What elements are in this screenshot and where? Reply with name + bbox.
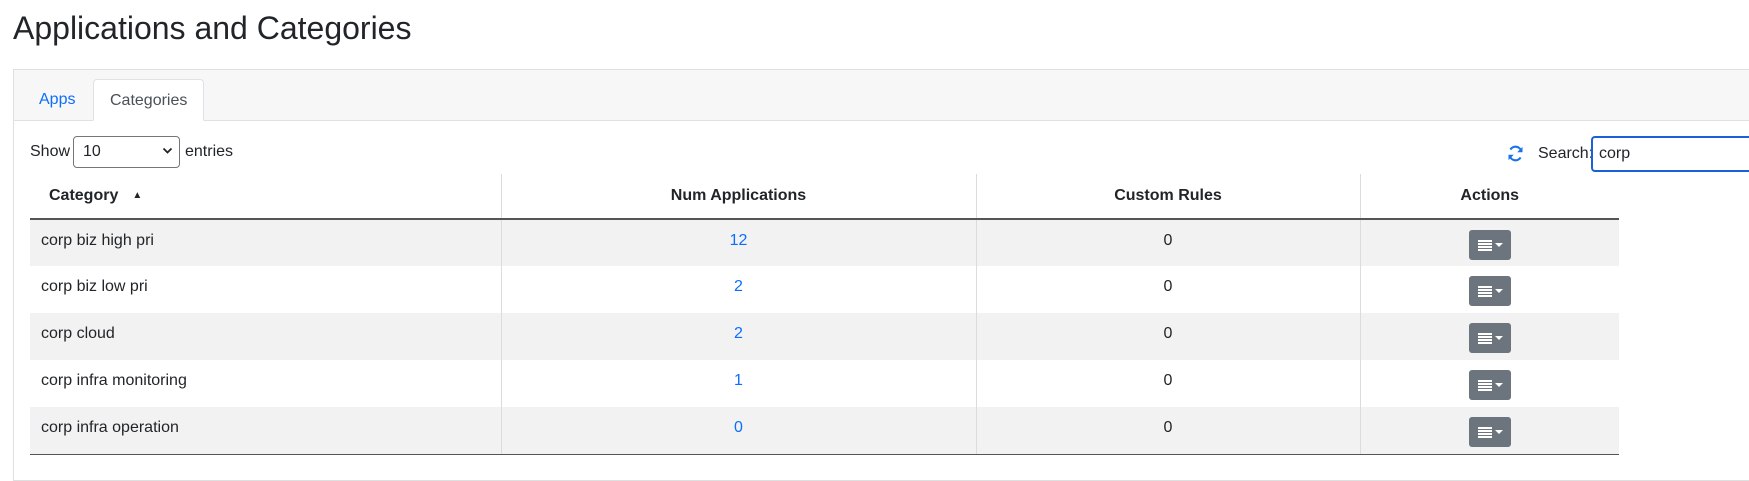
column-header-custom-rules[interactable]: Custom Rules [975, 174, 1360, 220]
chevron-down-icon [162, 141, 173, 164]
num-applications-link[interactable]: 12 [730, 232, 748, 249]
num-applications-cell: 12 [500, 219, 976, 266]
list-icon [1477, 286, 1492, 297]
actions-cell [1359, 219, 1619, 266]
category-cell: corp cloud [30, 313, 501, 360]
category-cell: corp biz high pri [30, 219, 501, 266]
categories-table: Category ▲ Num Applications Custom Rules … [30, 174, 1619, 455]
actions-menu-button[interactable] [1468, 323, 1511, 353]
custom-rules-cell: 0 [975, 219, 1360, 266]
caret-down-icon [1494, 289, 1503, 293]
table-row: corp biz low pri 2 0 [30, 266, 1619, 313]
custom-rules-cell: 0 [975, 266, 1360, 313]
page-size-select[interactable]: 10 [73, 136, 180, 168]
search-label: Search: [1538, 145, 1594, 162]
table-row: corp cloud 2 0 [30, 313, 1619, 360]
sort-ascending-icon: ▲ [132, 190, 143, 201]
num-applications-link[interactable]: 2 [734, 325, 743, 342]
table-header-row: Category ▲ Num Applications Custom Rules … [30, 174, 1619, 220]
list-icon [1477, 427, 1492, 438]
category-cell: corp biz low pri [30, 266, 501, 313]
table-row: corp infra monitoring 1 0 [30, 360, 1619, 407]
num-applications-link[interactable]: 1 [734, 372, 743, 389]
list-icon [1477, 380, 1492, 391]
search-input[interactable] [1591, 136, 1749, 172]
actions-cell [1359, 266, 1619, 313]
tab-categories[interactable]: Categories [93, 79, 205, 121]
custom-rules-cell: 0 [975, 360, 1360, 407]
list-icon [1477, 240, 1492, 251]
actions-menu-button[interactable] [1468, 417, 1511, 447]
caret-down-icon [1494, 383, 1503, 387]
category-cell: corp infra operation [30, 407, 501, 455]
caret-down-icon [1494, 430, 1503, 434]
num-applications-link[interactable]: 0 [734, 419, 743, 436]
tab-bar: Apps Categories [14, 70, 1749, 121]
caret-down-icon [1494, 336, 1503, 340]
column-header-num-applications[interactable]: Num Applications [500, 174, 976, 220]
list-icon [1477, 333, 1492, 344]
refresh-icon[interactable] [1507, 145, 1524, 162]
custom-rules-cell: 0 [975, 407, 1360, 455]
column-header-actions: Actions [1359, 174, 1619, 220]
page-size-value: 10 [83, 143, 101, 160]
actions-cell [1359, 360, 1619, 407]
column-header-category[interactable]: Category ▲ [30, 174, 501, 220]
actions-cell [1359, 407, 1619, 455]
page-title: Applications and Categories [13, 10, 412, 46]
actions-cell [1359, 313, 1619, 360]
num-applications-cell: 1 [500, 360, 976, 407]
actions-menu-button[interactable] [1468, 230, 1511, 260]
custom-rules-cell: 0 [975, 313, 1360, 360]
num-applications-cell: 2 [500, 313, 976, 360]
actions-menu-button[interactable] [1468, 370, 1511, 400]
table-row: corp biz high pri 12 0 [30, 219, 1619, 266]
num-applications-link[interactable]: 2 [734, 278, 743, 295]
num-applications-cell: 0 [500, 407, 976, 455]
table-row: corp infra operation 0 0 [30, 407, 1619, 455]
entries-label: entries [185, 143, 234, 160]
caret-down-icon [1494, 243, 1503, 247]
num-applications-cell: 2 [500, 266, 976, 313]
show-label: Show [30, 143, 71, 160]
category-cell: corp infra monitoring [30, 360, 501, 407]
tab-apps[interactable]: Apps [23, 79, 91, 121]
actions-menu-button[interactable] [1468, 276, 1511, 306]
